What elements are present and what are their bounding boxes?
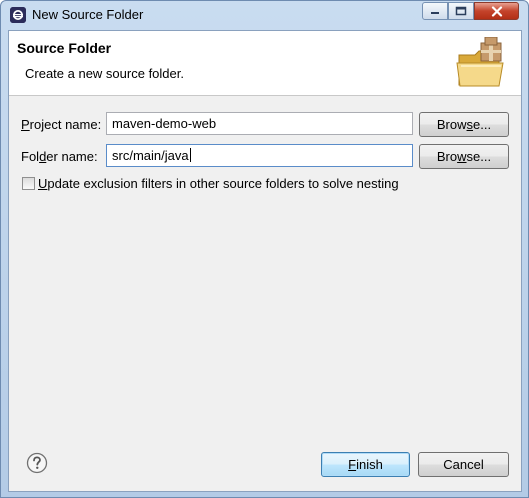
dialog-content: Source Folder Create a new source folder…: [8, 30, 522, 492]
text-caret: [189, 148, 191, 162]
minimize-icon: [431, 12, 439, 14]
close-icon: [491, 5, 502, 17]
maximize-button[interactable]: [448, 2, 474, 20]
dialog-window: New Source Folder Source Folder Create a…: [0, 0, 529, 498]
finish-button[interactable]: Finish: [321, 452, 410, 477]
folder-browse-mnemonic: w: [457, 149, 467, 164]
project-browse-pre: Brow: [436, 117, 467, 132]
project-name-input[interactable]: maven-demo-web: [106, 112, 413, 135]
page-description: Create a new source folder.: [25, 66, 184, 81]
checkbox-label-post: pdate exclusion filters in other source …: [47, 176, 399, 191]
update-exclusion-label[interactable]: Update exclusion filters in other source…: [38, 176, 399, 191]
finish-mnemonic: F: [348, 457, 357, 472]
minimize-button[interactable]: [422, 2, 448, 20]
wizard-header: Source Folder Create a new source folder…: [9, 31, 521, 96]
update-exclusion-checkbox[interactable]: [22, 177, 35, 190]
page-title: Source Folder: [17, 40, 112, 56]
project-label-post: roject name:: [29, 117, 102, 132]
folder-browse-pre: Bro: [436, 149, 458, 164]
eclipse-icon: [10, 7, 26, 23]
folder-name-input[interactable]: src/main/java: [106, 144, 413, 167]
folder-label-post: er name:: [46, 149, 98, 164]
project-browse-button[interactable]: Browse...: [419, 112, 509, 137]
window-title: New Source Folder: [32, 7, 144, 22]
folder-browse-post: se...: [466, 149, 492, 164]
project-browse-post: e...: [473, 117, 492, 132]
checkbox-label-mnemonic: U: [38, 176, 48, 191]
project-name-value: maven-demo-web: [112, 116, 217, 131]
folder-label-pre: Fol: [21, 149, 40, 164]
folder-package-icon: [456, 37, 504, 87]
project-name-label: Project name:: [21, 117, 101, 132]
maximize-icon: [455, 6, 467, 16]
finish-label: inish: [356, 457, 383, 472]
title-bar[interactable]: New Source Folder: [1, 1, 528, 29]
folder-name-label: Folder name:: [21, 149, 98, 164]
folder-name-value: src/main/java: [112, 148, 189, 163]
close-button[interactable]: [474, 2, 519, 20]
project-label-mnemonic: P: [21, 117, 30, 132]
cancel-button[interactable]: Cancel: [418, 452, 509, 477]
folder-browse-button[interactable]: Browse...: [419, 144, 509, 169]
help-icon[interactable]: [26, 452, 48, 474]
cancel-label: Cancel: [443, 457, 484, 472]
